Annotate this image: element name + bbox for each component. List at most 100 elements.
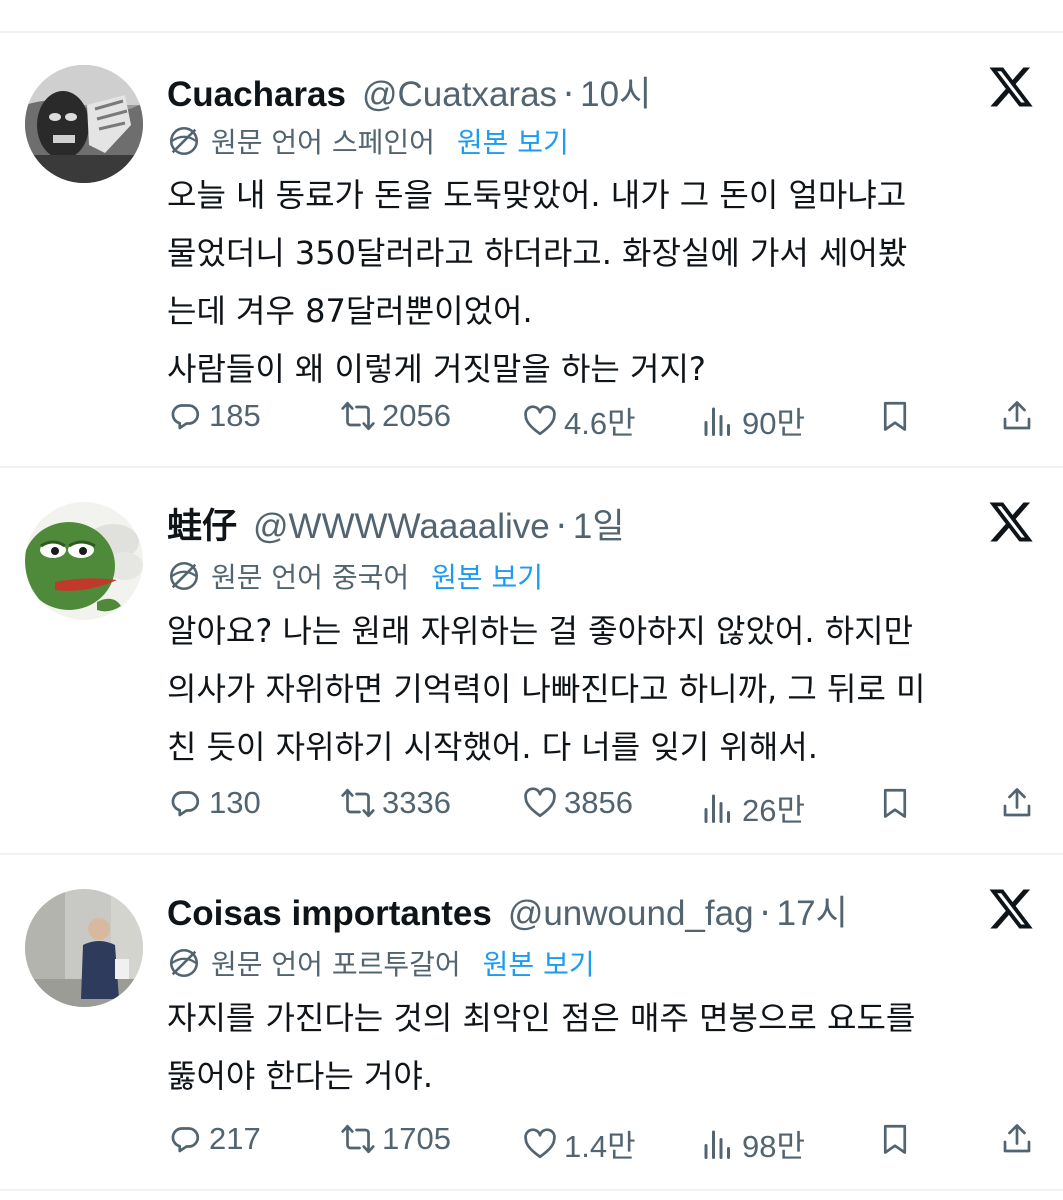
timestamp[interactable]: 10시 <box>580 66 651 117</box>
share-button[interactable] <box>999 785 1035 821</box>
share-button[interactable] <box>999 398 1035 434</box>
retweet-count: 1705 <box>382 1121 451 1156</box>
like-icon <box>524 404 556 435</box>
views-button[interactable]: 26만 <box>700 785 805 830</box>
reply-count: 130 <box>209 785 261 820</box>
action-bar: 130 3336 3856 26만 <box>167 785 1037 828</box>
timestamp[interactable]: 17시 <box>777 885 848 936</box>
share-icon <box>1003 788 1031 817</box>
separator-dot: · <box>563 75 575 115</box>
tweet-header: 蛙仔 @WWWWaaaalive · 1일 <box>167 498 625 549</box>
tweet-header: Cuacharas @Cuatxaras · 10시 <box>167 66 651 117</box>
avatar[interactable] <box>25 502 143 620</box>
like-button[interactable]: 1.4만 <box>522 1121 636 1166</box>
bookmark-icon <box>883 788 907 818</box>
tweet-text: 자지를 가진다는 것의 최악인 점은 매주 면봉으로 요도를 뚫어야 한다는 거… <box>167 989 1037 1105</box>
translation-note: 원문 언어 스페인어 원본 보기 <box>167 121 569 161</box>
view-original-link[interactable]: 원본 보기 <box>431 556 543 596</box>
reply-button[interactable]: 185 <box>167 398 261 434</box>
view-original-link[interactable]: 원본 보기 <box>457 121 569 161</box>
bookmark-button[interactable] <box>877 1121 913 1157</box>
avatar-image <box>25 502 143 620</box>
like-button[interactable]: 4.6만 <box>522 398 636 443</box>
display-name[interactable]: Coisas importantes <box>167 894 492 934</box>
avatar-image <box>25 889 143 1007</box>
source-language: 원문 언어 포르투갈어 <box>211 948 461 981</box>
view-count: 90만 <box>742 406 806 441</box>
reply-icon <box>171 404 200 430</box>
user-handle[interactable]: @unwound_fag <box>508 894 754 934</box>
timestamp[interactable]: 1일 <box>573 498 625 549</box>
like-icon <box>524 787 556 818</box>
retweet-button[interactable]: 3336 <box>340 785 451 821</box>
text-line: 뚫어야 한다는 거야. <box>167 1057 434 1095</box>
views-icon <box>704 794 730 823</box>
reply-icon <box>171 1127 200 1153</box>
retweet-icon <box>341 1124 375 1154</box>
retweet-count: 3336 <box>382 785 451 820</box>
avatar[interactable] <box>25 65 143 183</box>
translate-globe-icon <box>169 561 199 591</box>
action-bar: 185 2056 4.6만 90만 <box>167 398 1037 441</box>
bookmark-icon <box>883 1124 907 1154</box>
action-bar: 217 1705 1.4만 98만 <box>167 1121 1037 1164</box>
retweet-icon <box>341 401 375 431</box>
translate-globe-icon <box>169 948 199 978</box>
views-button[interactable]: 98만 <box>700 1121 805 1166</box>
avatar[interactable] <box>25 889 143 1007</box>
user-handle[interactable]: @Cuatxaras <box>362 75 557 115</box>
tweet-text: 오늘 내 동료가 돈을 도둑맞았어. 내가 그 돈이 얼마냐고 물었더니 350… <box>167 166 1037 398</box>
tweet-header: Coisas importantes @unwound_fag · 17시 <box>167 885 848 936</box>
bookmark-button[interactable] <box>877 398 913 434</box>
x-logo-icon[interactable] <box>987 63 1035 111</box>
view-count: 98만 <box>742 1129 806 1164</box>
bookmark-button[interactable] <box>877 785 913 821</box>
retweet-count: 2056 <box>382 398 451 433</box>
share-icon <box>1003 401 1031 430</box>
reply-icon <box>171 791 200 817</box>
separator-dot: · <box>555 507 567 547</box>
text-line: 자지를 가진다는 것의 최악인 점은 매주 면봉으로 요도를 <box>167 999 916 1037</box>
views-icon <box>704 407 730 436</box>
like-button[interactable]: 3856 <box>522 785 633 821</box>
tweet[interactable]: Cuacharas @Cuatxaras · 10시 원문 언어 스페인어 원본… <box>0 33 1063 468</box>
text-line: 의사가 자위하면 기억력이 나빠진다고 하니까, 그 뒤로 미 <box>167 670 926 708</box>
view-count: 26만 <box>742 793 806 828</box>
retweet-button[interactable]: 1705 <box>340 1121 451 1157</box>
reply-count: 217 <box>209 1121 261 1156</box>
text-line: 친 듯이 자위하기 시작했어. 다 너를 잊기 위해서. <box>167 728 818 766</box>
translation-note: 원문 언어 포르투갈어 원본 보기 <box>167 943 595 983</box>
avatar-image <box>25 65 143 183</box>
user-handle[interactable]: @WWWWaaaalive <box>253 507 550 547</box>
views-icon <box>704 1130 730 1159</box>
like-count: 4.6만 <box>564 406 636 441</box>
source-language: 원문 언어 중국어 <box>211 561 410 594</box>
x-logo-icon[interactable] <box>987 885 1035 933</box>
views-button[interactable]: 90만 <box>700 398 805 443</box>
like-count: 1.4만 <box>564 1129 636 1164</box>
translation-note: 원문 언어 중국어 원본 보기 <box>167 556 543 596</box>
retweet-icon <box>341 788 375 818</box>
separator-dot: · <box>759 894 771 934</box>
x-logo-icon[interactable] <box>987 498 1035 546</box>
share-icon <box>1003 1124 1031 1153</box>
like-icon <box>524 1127 556 1158</box>
retweet-button[interactable]: 2056 <box>340 398 451 434</box>
translate-globe-icon <box>169 126 199 156</box>
text-line: 사람들이 왜 이렇게 거짓말을 하는 거지? <box>167 350 706 388</box>
text-line: 는데 겨우 87달러뿐이었어. <box>167 292 533 330</box>
reply-count: 185 <box>209 398 261 433</box>
view-original-link[interactable]: 원본 보기 <box>483 943 595 983</box>
tweet[interactable]: Coisas importantes @unwound_fag · 17시 원문… <box>0 855 1063 1191</box>
reply-button[interactable]: 130 <box>167 785 261 821</box>
display-name[interactable]: Cuacharas <box>167 75 346 115</box>
source-language: 원문 언어 스페인어 <box>211 126 435 159</box>
reply-button[interactable]: 217 <box>167 1121 261 1157</box>
like-count: 3856 <box>564 785 633 820</box>
bookmark-icon <box>883 401 907 431</box>
text-line: 물었더니 350달러라고 하더라고. 화장실에 가서 세어봤 <box>167 234 908 272</box>
tweet-text: 알아요? 나는 원래 자위하는 걸 좋아하지 않았어. 하지만 의사가 자위하면… <box>167 602 1037 776</box>
display-name[interactable]: 蛙仔 <box>167 498 237 549</box>
tweet[interactable]: 蛙仔 @WWWWaaaalive · 1일 원문 언어 중국어 원본 보기 알아… <box>0 468 1063 855</box>
share-button[interactable] <box>999 1121 1035 1157</box>
